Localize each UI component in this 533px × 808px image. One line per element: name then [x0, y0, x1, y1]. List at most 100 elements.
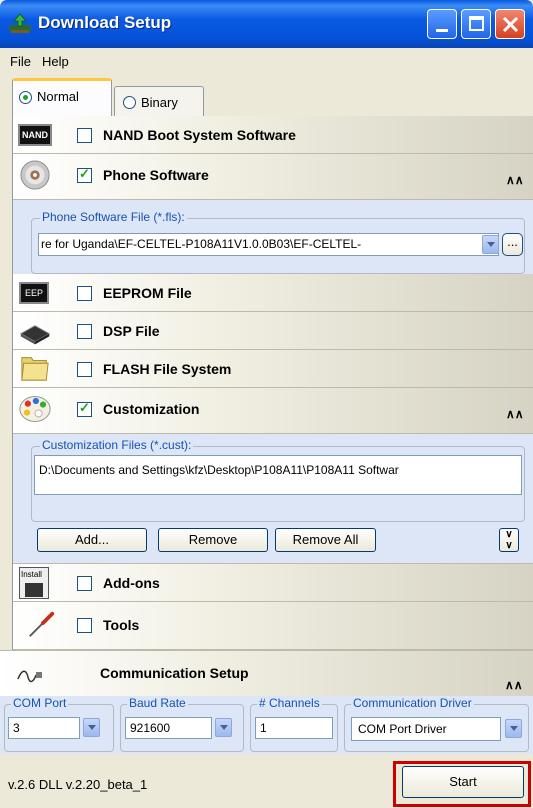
expand-files-button[interactable]: ∨ ∨: [499, 528, 519, 552]
driver-select[interactable]: COM Port Driver: [351, 717, 501, 741]
channels-group: # Channels 1: [250, 696, 338, 752]
menu-help[interactable]: Help: [42, 54, 69, 69]
customization-title: Customization: [103, 401, 200, 417]
title-bar[interactable]: Download Setup: [0, 0, 533, 48]
section-tools[interactable]: Tools: [13, 602, 533, 650]
mode-tabs: Normal Binary: [0, 76, 533, 120]
section-phone-software[interactable]: Phone Software ∨∨: [13, 154, 533, 200]
phone-software-checkbox[interactable]: [77, 166, 92, 183]
browse-button[interactable]: ...: [502, 233, 523, 256]
minimize-button[interactable]: [427, 9, 457, 39]
section-flash[interactable]: FLASH File System: [13, 350, 533, 388]
section-customization[interactable]: Customization ∨∨: [13, 388, 533, 434]
baud-rate-value: 921600: [130, 721, 171, 735]
com-port-value: 3: [13, 721, 20, 735]
screwdriver-icon: [29, 611, 55, 637]
flash-title: FLASH File System: [103, 361, 232, 377]
tab-normal-label: Normal: [37, 89, 79, 104]
com-port-dropdown-icon[interactable]: [83, 718, 100, 737]
channels-value: 1: [260, 721, 267, 735]
channels-input[interactable]: 1: [255, 717, 333, 739]
cable-plug-icon: [17, 670, 42, 683]
flash-checkbox[interactable]: [77, 362, 92, 377]
maximize-icon: [469, 16, 484, 31]
install-icon-label: Install: [21, 570, 42, 579]
remove-label: Remove: [188, 532, 238, 547]
remove-all-label: Remove All: [292, 532, 359, 547]
download-setup-window: Download Setup File Help Normal Binary N…: [0, 0, 533, 808]
close-icon: [502, 16, 519, 33]
cd-disc-icon: [20, 160, 50, 190]
communication-setup-panel: COM Port 3 Baud Rate 921600 # Channels 1…: [0, 696, 533, 754]
dsp-checkbox[interactable]: [77, 324, 92, 339]
menu-file[interactable]: File: [10, 54, 31, 69]
nand-checkbox[interactable]: [77, 128, 92, 143]
eeprom-chip-icon: EEP: [19, 282, 49, 304]
nand-chip-icon: NAND: [18, 124, 52, 146]
maximize-button[interactable]: [461, 9, 491, 39]
com-port-select[interactable]: 3: [8, 717, 80, 739]
customization-file-item[interactable]: D:\Documents and Settings\kfz\Desktop\P1…: [39, 463, 399, 477]
tools-checkbox[interactable]: [77, 618, 92, 633]
close-button[interactable]: [495, 9, 525, 39]
phone-file-select[interactable]: re for Uganda\EF-CELTEL-P108A11V1.0.0B03…: [38, 233, 499, 256]
phone-software-title: Phone Software: [103, 167, 209, 183]
browse-label: ...: [507, 234, 518, 249]
phone-file-group-label: Phone Software File (*.fls):: [40, 210, 187, 224]
com-port-group: COM Port 3: [4, 696, 114, 752]
expand-down-icon: ∨ ∨: [505, 529, 513, 551]
tab-normal[interactable]: Normal: [12, 78, 112, 116]
baud-rate-group: Baud Rate 921600: [120, 696, 244, 752]
driver-label: Communication Driver: [351, 696, 474, 710]
baud-rate-select[interactable]: 921600: [125, 717, 212, 739]
menu-bar: File Help: [0, 50, 533, 74]
normal-tab-panel: NAND NAND Boot System Software Phone Sof…: [12, 116, 533, 650]
collapse-phone-icon[interactable]: ∨∨: [506, 174, 524, 188]
nand-icon-label: NAND: [22, 130, 48, 140]
install-icon: Install: [19, 567, 49, 599]
minimize-icon: [436, 29, 448, 32]
communication-setup-header[interactable]: Communication Setup ∨∨: [0, 650, 533, 696]
remove-button[interactable]: Remove: [158, 528, 268, 552]
install-disk-icon: [25, 583, 43, 597]
customization-file-list[interactable]: D:\Documents and Settings\kfz\Desktop\P1…: [34, 455, 522, 495]
section-addons[interactable]: Install Add-ons: [13, 564, 533, 602]
tools-title: Tools: [103, 617, 140, 633]
driver-dropdown-icon[interactable]: [505, 719, 522, 738]
start-button[interactable]: Start: [402, 766, 524, 798]
customization-group-label: Customization Files (*.cust):: [40, 438, 194, 452]
normal-radio[interactable]: [19, 91, 32, 104]
remove-all-button[interactable]: Remove All: [275, 528, 376, 552]
section-eeprom[interactable]: EEP EEPROM File: [13, 274, 533, 312]
tab-binary-label: Binary: [141, 95, 178, 110]
section-nand[interactable]: NAND NAND Boot System Software: [13, 116, 533, 154]
collapse-customization-icon[interactable]: ∨∨: [506, 408, 524, 422]
driver-value: COM Port Driver: [358, 722, 447, 736]
start-label: Start: [449, 774, 477, 789]
customization-checkbox[interactable]: [77, 400, 92, 417]
addons-title: Add-ons: [103, 575, 160, 591]
collapse-communication-icon[interactable]: ∨∨: [505, 679, 523, 693]
customization-files-group: Customization Files (*.cust): D:\Documen…: [31, 438, 525, 522]
folder-icon: [21, 357, 49, 381]
add-button[interactable]: Add...: [37, 528, 147, 552]
section-dsp[interactable]: DSP File: [13, 312, 533, 350]
dsp-title: DSP File: [103, 323, 160, 339]
addons-checkbox[interactable]: [77, 576, 92, 591]
phone-software-panel: Phone Software File (*.fls): re for Ugan…: [13, 200, 533, 282]
customization-panel: Customization Files (*.cust): D:\Documen…: [13, 434, 533, 564]
baud-rate-dropdown-icon[interactable]: [215, 718, 232, 737]
eeprom-checkbox[interactable]: [77, 286, 92, 301]
phone-file-dropdown-icon[interactable]: [482, 235, 499, 254]
baud-rate-label: Baud Rate: [127, 696, 188, 710]
phone-file-group: Phone Software File (*.fls): re for Ugan…: [31, 210, 525, 274]
binary-radio[interactable]: [123, 96, 136, 109]
nand-title: NAND Boot System Software: [103, 127, 296, 143]
dsp-chip-icon: [19, 325, 51, 345]
status-bar: v.2.6 DLL v.2.20_beta_1 Start: [0, 754, 533, 808]
tab-binary[interactable]: Binary: [114, 86, 204, 120]
app-download-icon: [9, 13, 31, 33]
window-title: Download Setup: [38, 13, 172, 32]
eeprom-title: EEPROM File: [103, 285, 192, 301]
driver-group: Communication Driver COM Port Driver: [344, 696, 529, 752]
